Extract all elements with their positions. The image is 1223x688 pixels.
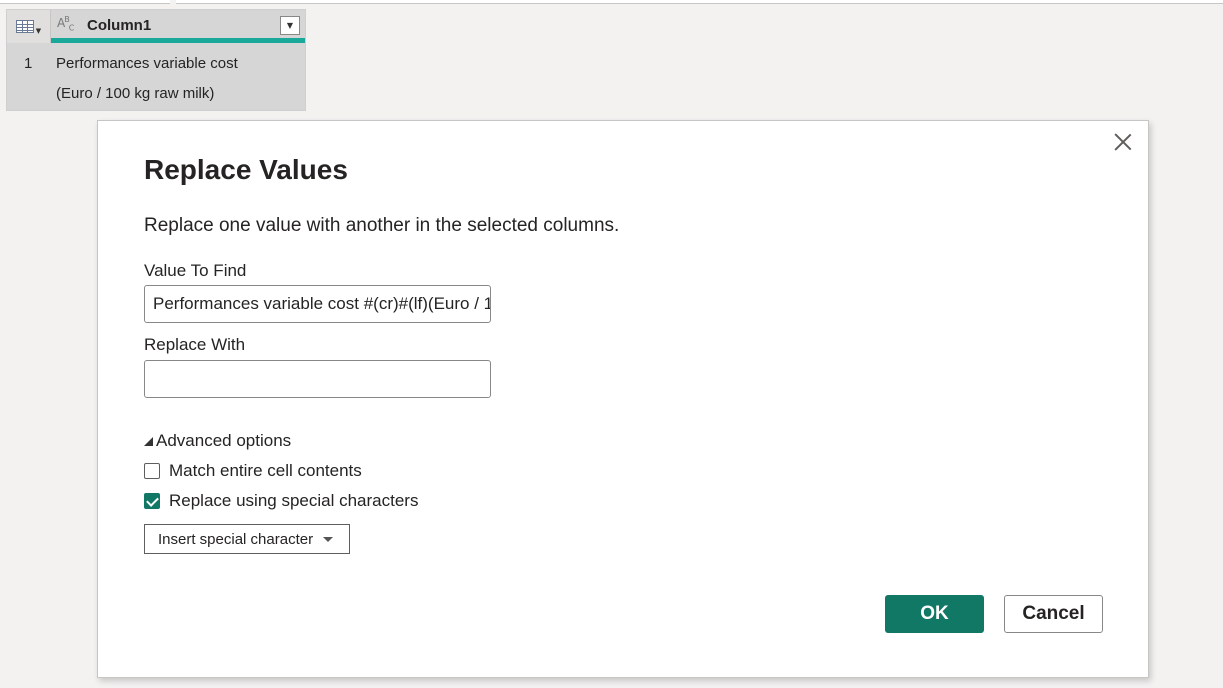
replace-special-characters-checkbox[interactable]: Replace using special characters bbox=[144, 491, 418, 511]
abc-text-type-icon[interactable]: ABC bbox=[57, 15, 74, 32]
value-to-find-label: Value To Find bbox=[144, 261, 247, 280]
cell-text-line1: Performances variable cost bbox=[56, 55, 238, 72]
close-icon[interactable] bbox=[1112, 131, 1134, 153]
insert-special-character-label: Insert special character bbox=[158, 530, 314, 548]
top-bar-line bbox=[176, 0, 1223, 4]
replace-special-characters-label: Replace using special characters bbox=[169, 491, 419, 510]
column-filter-dropdown[interactable]: ▼ bbox=[280, 16, 300, 35]
replace-with-label: Replace With bbox=[144, 335, 246, 354]
insert-special-character-dropdown[interactable]: Insert special character bbox=[144, 524, 350, 554]
checkbox-checked[interactable] bbox=[144, 493, 160, 509]
column-header[interactable]: ABC Column1 ▼ bbox=[51, 10, 305, 43]
row-number: 1 bbox=[7, 43, 51, 110]
table-icon bbox=[15, 20, 34, 33]
top-strip bbox=[0, 0, 1223, 4]
match-entire-cell-label: Match entire cell contents bbox=[169, 461, 362, 480]
match-entire-cell-checkbox[interactable]: Match entire cell contents bbox=[144, 461, 362, 481]
table-menu-button[interactable]: ▼ bbox=[7, 10, 51, 43]
dialog-description: Replace one value with another in the se… bbox=[144, 215, 620, 236]
top-tab bbox=[0, 0, 170, 4]
data-grid: ▼ ABC Column1 ▼ 1 Performances variable … bbox=[6, 9, 306, 111]
advanced-options-label: Advanced options bbox=[156, 431, 292, 450]
column-header-label: Column1 bbox=[87, 17, 152, 34]
cancel-button[interactable]: Cancel bbox=[1004, 595, 1103, 633]
value-to-find-input[interactable]: Performances variable cost #(cr)#(lf)(Eu… bbox=[144, 285, 491, 323]
value-to-find-text: Performances variable cost #(cr)#(lf)(Eu… bbox=[153, 294, 490, 313]
caret-down-icon bbox=[323, 536, 334, 542]
checkbox-unchecked[interactable] bbox=[144, 463, 160, 479]
table-cell[interactable]: Performances variable cost (Euro / 100 k… bbox=[51, 43, 305, 110]
expand-triangle-icon bbox=[144, 437, 153, 446]
row-number-label: 1 bbox=[24, 55, 33, 72]
cell-text-line2: (Euro / 100 kg raw milk) bbox=[56, 85, 215, 102]
dialog-title: Replace Values bbox=[144, 154, 348, 185]
chevron-down-icon: ▼ bbox=[35, 26, 42, 35]
replace-with-input[interactable] bbox=[144, 360, 491, 398]
ok-button[interactable]: OK bbox=[885, 595, 984, 633]
advanced-options-toggle[interactable]: Advanced options bbox=[144, 431, 291, 451]
replace-values-dialog: Replace Values Replace one value with an… bbox=[97, 120, 1149, 678]
